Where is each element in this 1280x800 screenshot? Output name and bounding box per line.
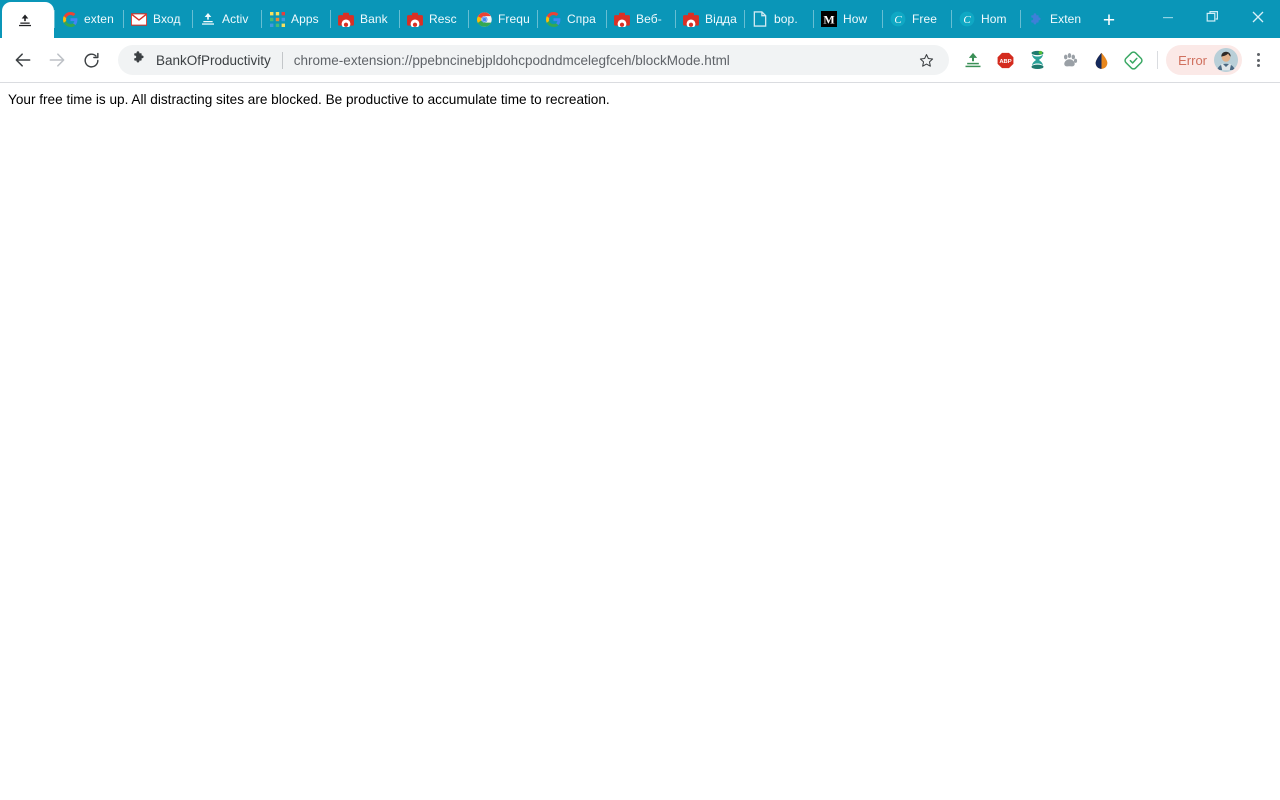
browser-window: exten Вход Activ Apps Bank Resc Frequ Сп… [0,0,1280,800]
block-mode-message: Your free time is up. All distracting si… [8,92,610,107]
tab-label: Bank [360,12,388,26]
forward-button [40,43,74,77]
tab-label: Hom [981,12,1007,26]
checkmark-diamond-icon[interactable] [1117,44,1149,76]
upload-icon [200,11,216,27]
svg-text:M: M [823,12,834,26]
status-badge: Error [1178,52,1207,68]
chrome-webstore-icon [407,11,423,27]
extension-identity-chip: BankOfProductivity [132,50,271,70]
tab-extensions[interactable]: Exten [1021,2,1089,36]
google-icon [545,11,561,27]
tab-label: exten [84,12,114,26]
new-tab-label: + [1102,8,1116,32]
tab-medium-how[interactable]: M How [814,2,882,36]
omnibox-divider [281,51,283,69]
new-tab-button[interactable]: + [1095,6,1123,34]
tab-label: bop. [774,12,798,26]
svg-text:C: C [963,14,971,26]
extension-name-label: BankOfProductivity [156,52,271,68]
tab-label: Apps [291,12,319,26]
tab-label: Resc [429,12,457,26]
bookmark-star-icon[interactable] [911,45,941,75]
back-button[interactable] [6,43,40,77]
document-icon [752,11,768,27]
toolbar-divider [1157,51,1159,69]
tab-label: Exten [1050,12,1082,26]
tab-coursera-home[interactable]: C Hom [952,2,1020,36]
browser-toolbar: BankOfProductivity chrome-extension://pp… [0,38,1280,83]
chrome-menu-button[interactable] [1244,44,1272,76]
tab-label: Free [912,12,938,26]
coursera-icon: C [890,11,906,27]
tab-gmail-vhod[interactable]: Вход [124,2,192,36]
puzzle-piece-icon [1028,11,1044,27]
avatar[interactable] [1214,48,1238,72]
droplet-icon[interactable] [1085,44,1117,76]
tab-webstore-veb[interactable]: Веб- [607,2,675,36]
google-icon [62,11,78,27]
tab-apps[interactable]: Apps [262,2,330,36]
tab-strip: exten Вход Activ Apps Bank Resc Frequ Сп… [0,0,1280,38]
tab-frequently[interactable]: Frequ [469,2,537,36]
tab-label: How [843,12,868,26]
medium-icon: M [821,11,837,27]
menu-dot [1256,64,1260,68]
menu-dot [1256,58,1260,62]
tab-webstore-bank[interactable]: Bank [331,2,399,36]
close-button[interactable] [1235,0,1280,34]
tab-active-block-mode[interactable] [2,2,54,38]
tab-label: Веб- [636,12,662,26]
tab-coursera-free[interactable]: C Free [883,2,951,36]
tab-label: Activ [222,12,249,26]
upload-icon[interactable] [957,44,989,76]
upload-icon [17,12,33,28]
chrome-webstore-icon [614,11,630,27]
gmail-icon [131,11,147,27]
chrome-webstore-icon [683,11,699,27]
menu-dot [1256,52,1260,56]
restore-button[interactable] [1190,0,1235,34]
coursera-icon: C [959,11,975,27]
chrome-icon [476,11,492,27]
hourglass-icon[interactable] [1021,44,1053,76]
apps-grid-icon [269,11,285,27]
minimize-button[interactable] [1145,0,1190,34]
svg-text:C: C [894,14,902,26]
tab-rescuetime[interactable]: Resc [400,2,468,36]
tab-extensions-google[interactable]: exten [55,2,123,36]
tab-activ[interactable]: Activ [193,2,261,36]
tab-label: Спра [567,12,596,26]
tab-google-sprava[interactable]: Спра [538,2,606,36]
profile-status-pill[interactable]: Error [1166,45,1242,75]
url-text[interactable]: chrome-extension://ppebncinebjpldohcpodn… [294,53,911,68]
page-content: Your free time is up. All distracting si… [0,83,1280,800]
address-bar[interactable]: BankOfProductivity chrome-extension://pp… [118,45,950,75]
svg-text:ABP: ABP [999,59,1011,65]
reload-button[interactable] [74,43,108,77]
tab-label: Відда [705,12,737,26]
chrome-webstore-icon [338,11,354,27]
tab-bop-document[interactable]: bop. [745,2,813,36]
puzzle-piece-icon [132,50,147,70]
adblock-plus-icon[interactable]: ABP [989,44,1021,76]
tab-label: Вход [153,12,181,26]
window-controls [1145,0,1280,34]
paw-icon[interactable] [1053,44,1085,76]
tab-webstore-vidda[interactable]: Відда [676,2,744,36]
tab-label: Frequ [498,12,530,26]
